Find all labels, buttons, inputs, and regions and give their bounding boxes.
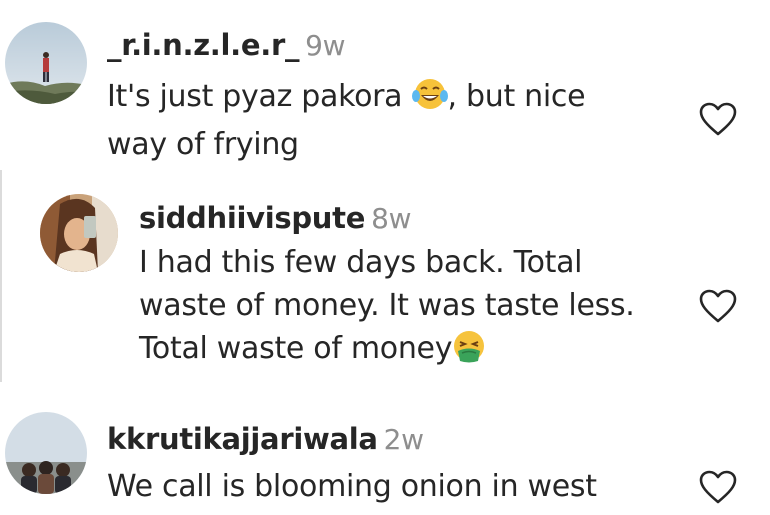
comment-text-line: We call is blooming onion in west — [107, 469, 597, 504]
username-text[interactable]: kkrutikajjariwala — [107, 422, 378, 456]
comment-text: It's just pyaz pakora , but nice way of … — [107, 75, 687, 166]
comment-text: We call is blooming onion in west — [107, 465, 687, 508]
comment-text-line: Total waste of money — [139, 331, 453, 366]
nauseated-face-emoji — [452, 329, 486, 375]
comment-text-line: waste of money. It was taste less. — [139, 288, 635, 323]
comment-username[interactable]: _r.i.n.z.l.e.r_ 9w — [107, 28, 346, 62]
comment-item: kkrutikajjariwala 2w We call is blooming … — [0, 385, 770, 515]
comment-username[interactable]: kkrutikajjariwala 2w — [107, 422, 424, 456]
comment-text-line: , but nice — [447, 79, 586, 114]
comment-username[interactable]: siddhiivispute 8w — [139, 201, 412, 235]
like-heart-icon[interactable] — [698, 288, 738, 324]
reply-comment-item: siddhiivispute 8w I had this few days bac… — [0, 170, 770, 385]
like-heart-icon[interactable] — [698, 101, 738, 137]
comment-timestamp[interactable]: 8w — [371, 202, 411, 235]
comment-text: I had this few days back. Total waste of… — [139, 241, 699, 375]
avatar[interactable] — [5, 412, 87, 494]
username-text[interactable]: siddhiivispute — [139, 201, 365, 235]
avatar[interactable] — [40, 194, 118, 272]
comment-text-line: I had this few days back. Total — [139, 245, 583, 280]
comment-timestamp[interactable]: 9w — [305, 29, 345, 62]
like-heart-icon[interactable] — [698, 469, 738, 505]
comment-text-line: It's just pyaz pakora — [107, 79, 412, 114]
username-text[interactable]: _r.i.n.z.l.e.r_ — [107, 28, 299, 62]
comment-timestamp[interactable]: 2w — [384, 423, 424, 456]
avatar[interactable] — [5, 22, 87, 104]
comment-text-line: way of frying — [107, 127, 299, 162]
comment-item: _r.i.n.z.l.e.r_ 9w It's just pyaz pakora … — [0, 0, 770, 170]
face-with-tears-of-joy-emoji — [411, 77, 448, 123]
